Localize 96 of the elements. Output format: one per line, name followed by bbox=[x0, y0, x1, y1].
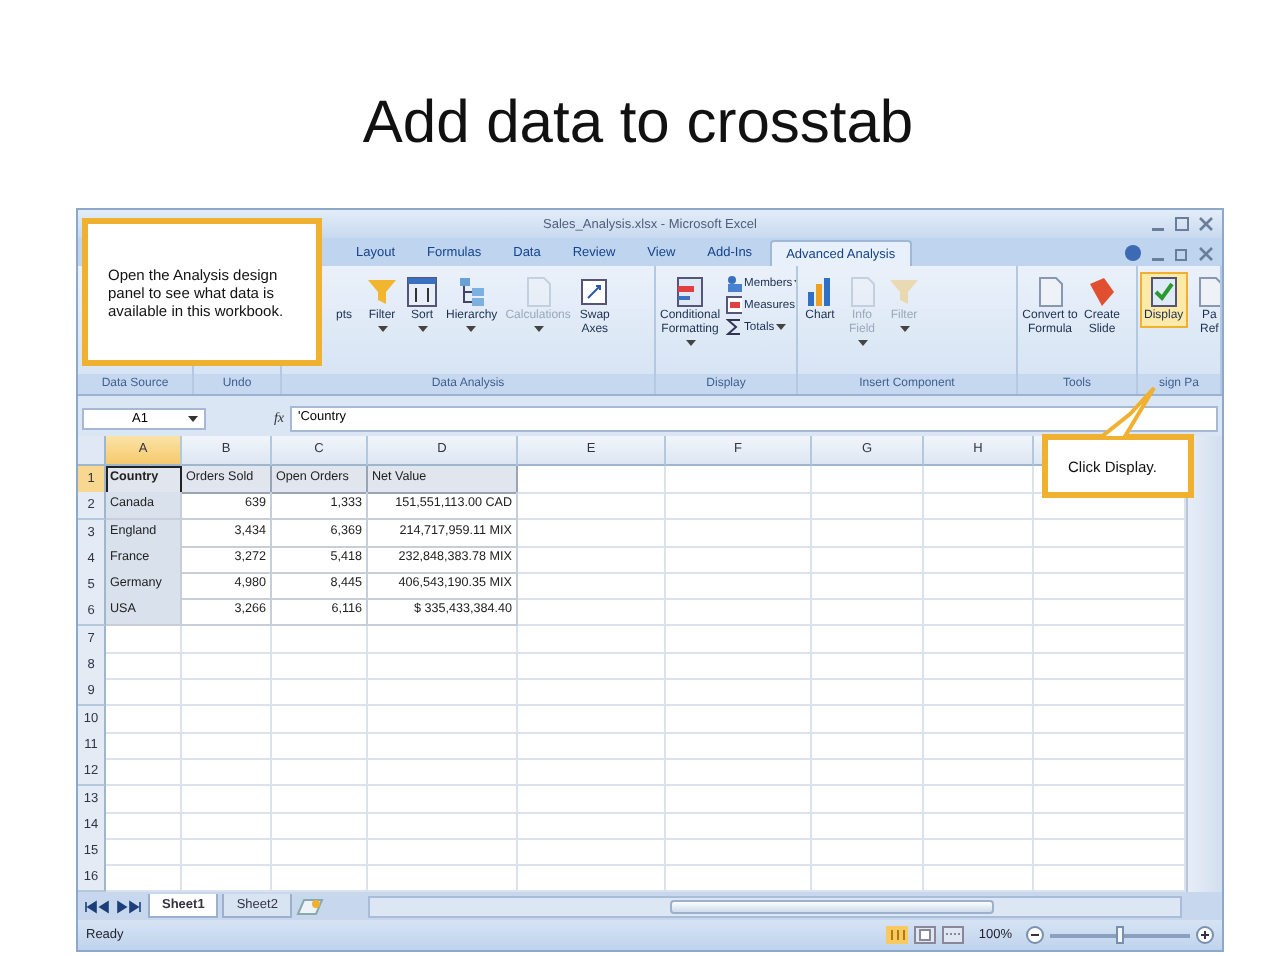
table-cell bbox=[924, 466, 1034, 494]
zoom-slider-thumb[interactable] bbox=[1116, 925, 1124, 943]
table-cell bbox=[182, 731, 272, 760]
help-icon[interactable] bbox=[1124, 244, 1142, 262]
table-cell bbox=[812, 519, 924, 548]
zoom-out-icon[interactable] bbox=[1026, 926, 1044, 944]
caret-icon bbox=[417, 326, 427, 332]
table-cell bbox=[924, 838, 1034, 867]
page-layout-icon[interactable] bbox=[914, 926, 937, 944]
table-cell bbox=[106, 785, 182, 814]
table-cell bbox=[812, 731, 924, 760]
table-cell bbox=[924, 625, 1034, 654]
doc-icon bbox=[522, 276, 555, 308]
table-cell bbox=[106, 652, 182, 681]
doc-icon bbox=[1034, 276, 1066, 308]
restore-icon[interactable] bbox=[1174, 245, 1190, 261]
table-icon bbox=[726, 296, 743, 314]
table-cell bbox=[272, 731, 368, 760]
caret-icon bbox=[857, 340, 867, 346]
zoom-in-icon[interactable] bbox=[1196, 926, 1214, 944]
table-cell bbox=[812, 678, 924, 707]
table-cell bbox=[272, 838, 368, 867]
table-cell bbox=[106, 838, 182, 867]
tree-icon bbox=[455, 276, 488, 308]
table-cell bbox=[272, 785, 368, 814]
doc-icon bbox=[1193, 276, 1220, 308]
doc-icon bbox=[846, 276, 878, 308]
people-icon bbox=[726, 274, 743, 292]
table-cell bbox=[924, 652, 1034, 681]
table-cell bbox=[812, 811, 924, 840]
table-cell bbox=[182, 652, 272, 681]
table-icon bbox=[674, 276, 707, 308]
table-cell bbox=[272, 678, 368, 707]
table-cell bbox=[812, 572, 924, 601]
table-cell bbox=[182, 785, 272, 814]
table-cell bbox=[182, 705, 272, 734]
table-cell bbox=[924, 598, 1034, 627]
funnel-icon bbox=[366, 276, 398, 308]
table-cell bbox=[272, 705, 368, 734]
table-cell bbox=[812, 466, 924, 494]
chart-icon bbox=[804, 276, 836, 308]
normal-view-icon[interactable] bbox=[886, 926, 909, 944]
table-cell bbox=[812, 492, 924, 521]
caret-icon bbox=[533, 326, 544, 332]
funnel-icon bbox=[888, 276, 920, 308]
table-cell bbox=[924, 811, 1034, 840]
page-break-icon[interactable] bbox=[942, 926, 965, 944]
table-cell bbox=[924, 572, 1034, 601]
sigma-icon bbox=[726, 318, 743, 336]
table-cell bbox=[812, 758, 924, 787]
table-cell bbox=[924, 731, 1034, 760]
caret-icon bbox=[685, 340, 696, 346]
table-cell bbox=[924, 785, 1034, 814]
table-cell bbox=[106, 758, 182, 787]
table-cell bbox=[812, 705, 924, 734]
table-cell bbox=[924, 705, 1034, 734]
maximize-icon[interactable] bbox=[1174, 216, 1190, 232]
table-cell bbox=[182, 838, 272, 867]
table-cell bbox=[182, 625, 272, 654]
table-cell bbox=[106, 705, 182, 734]
table-cell bbox=[272, 652, 368, 681]
caret-icon bbox=[466, 326, 477, 332]
table-cell bbox=[812, 598, 924, 627]
insert-sheet-icon[interactable] bbox=[295, 897, 324, 915]
slide-title: Add data to crosstab bbox=[360, 88, 916, 160]
close-icon[interactable] bbox=[1198, 245, 1214, 261]
table-cell bbox=[182, 811, 272, 840]
table-cell bbox=[924, 545, 1034, 574]
table-cell bbox=[924, 758, 1034, 787]
check-icon bbox=[1147, 276, 1180, 308]
swap-icon bbox=[578, 276, 611, 308]
table-cell bbox=[812, 625, 924, 654]
close-icon[interactable] bbox=[1198, 216, 1214, 232]
table-cell bbox=[924, 678, 1034, 707]
sheet-navigation-icon[interactable] bbox=[84, 899, 144, 913]
table-cell bbox=[272, 625, 368, 654]
table-cell bbox=[106, 678, 182, 707]
table-cell bbox=[182, 678, 272, 707]
table-cell bbox=[924, 492, 1034, 521]
table-cell bbox=[272, 811, 368, 840]
vertical-scrollbar[interactable] bbox=[1186, 436, 1222, 892]
table-cell bbox=[106, 811, 182, 840]
table-cell bbox=[924, 519, 1034, 548]
table-cell bbox=[812, 785, 924, 814]
caret-icon bbox=[377, 326, 387, 332]
table-cell bbox=[106, 625, 182, 654]
table-cell bbox=[182, 758, 272, 787]
table-cell bbox=[812, 838, 924, 867]
table-cell bbox=[812, 652, 924, 681]
caret-icon bbox=[776, 324, 787, 330]
select-all-corner[interactable] bbox=[78, 436, 106, 466]
table-cell bbox=[272, 758, 368, 787]
table-cell bbox=[106, 731, 182, 760]
caret-icon bbox=[899, 326, 909, 332]
table-cell bbox=[812, 545, 924, 574]
horizontal-scrollbar[interactable] bbox=[367, 895, 1182, 917]
